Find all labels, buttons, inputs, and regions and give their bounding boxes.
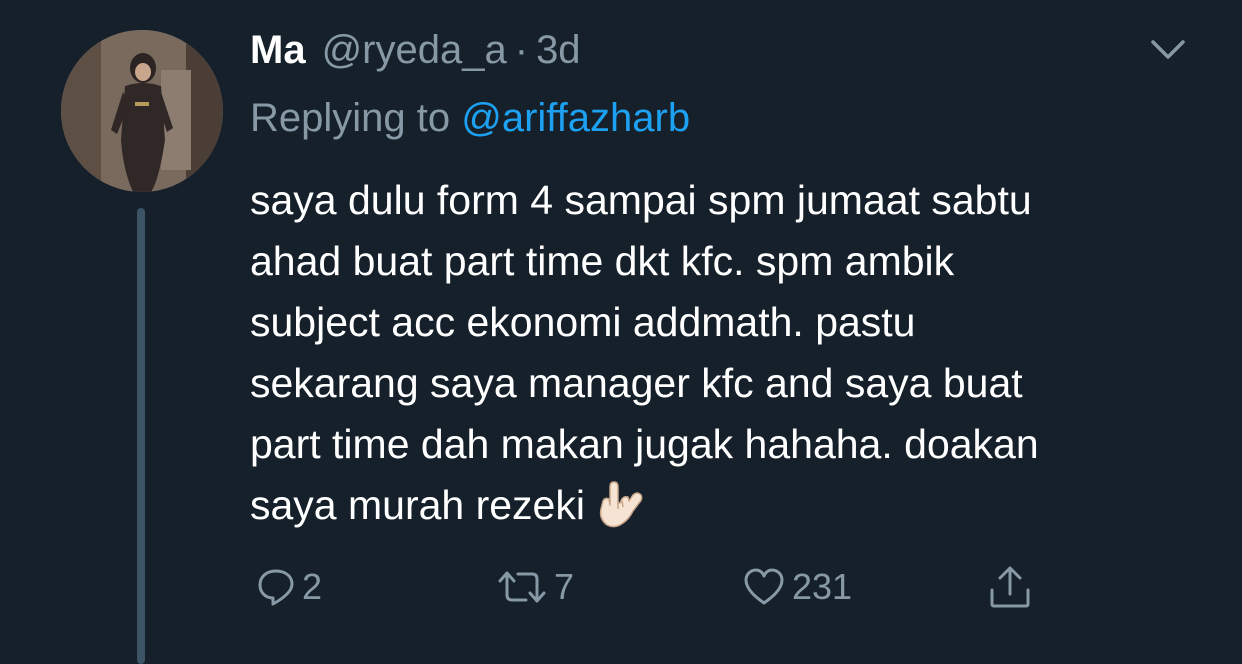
tweet-text: saya dulu form 4 sampai spm jumaat sabtu… — [250, 170, 1210, 536]
sign-of-the-horns-emoji — [593, 475, 649, 531]
comment-icon — [256, 567, 296, 607]
replying-to-mention[interactable]: @ariffazharb — [461, 96, 690, 140]
retweet-button[interactable]: 7 — [496, 562, 574, 612]
share-button[interactable] — [988, 562, 1032, 612]
avatar[interactable] — [61, 30, 223, 192]
share-icon — [988, 564, 1032, 610]
heart-icon — [742, 567, 786, 607]
user-handle[interactable]: @ryeda_a — [322, 28, 507, 73]
tweet-text-line: saya murah rezeki — [250, 482, 585, 528]
tweet-text-line: subject acc ekonomi addmath. pastu — [250, 299, 916, 345]
like-button[interactable]: 231 — [742, 562, 852, 612]
tweet-header: Ma @ryeda_a · 3d — [250, 28, 581, 78]
reply-count: 2 — [302, 566, 323, 607]
timestamp[interactable]: 3d — [536, 28, 581, 73]
avatar-photo — [61, 30, 223, 192]
separator-dot: · — [514, 28, 529, 72]
tweet-text-line: part time dah makan jugak hahaha. doakan — [250, 421, 1039, 467]
reply-button[interactable]: 2 — [256, 562, 322, 612]
tweet-text-line: sekarang saya manager kfc and saya buat — [250, 360, 1023, 406]
tweet[interactable]: Ma @ryeda_a · 3d Replying to @ariffazhar… — [0, 0, 1242, 664]
replying-to-label: Replying to — [250, 96, 462, 140]
retweet-icon — [496, 567, 548, 607]
tweet-text-line: ahad buat part time dkt kfc. spm ambik — [250, 238, 955, 284]
thread-line — [137, 208, 145, 664]
tweet-text-last-line: saya murah rezeki — [250, 475, 1210, 536]
display-name[interactable]: Ma — [250, 28, 306, 73]
chevron-down-icon[interactable] — [1150, 38, 1186, 62]
tweet-text-line: saya dulu form 4 sampai spm jumaat sabtu — [250, 177, 1032, 223]
tweet-actions: 2 7 231 — [250, 562, 1050, 612]
retweet-count: 7 — [554, 566, 575, 607]
replying-to: Replying to @ariffazharb — [250, 96, 690, 141]
like-count: 231 — [792, 566, 853, 607]
